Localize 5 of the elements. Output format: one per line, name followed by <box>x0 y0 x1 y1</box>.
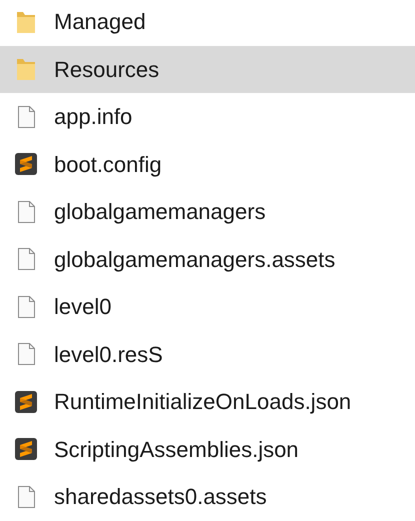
file-item[interactable]: Resources <box>0 46 415 93</box>
editor-icon <box>14 436 38 462</box>
folder-icon <box>14 56 38 82</box>
editor-icon <box>14 388 38 415</box>
editor-icon <box>14 151 38 178</box>
